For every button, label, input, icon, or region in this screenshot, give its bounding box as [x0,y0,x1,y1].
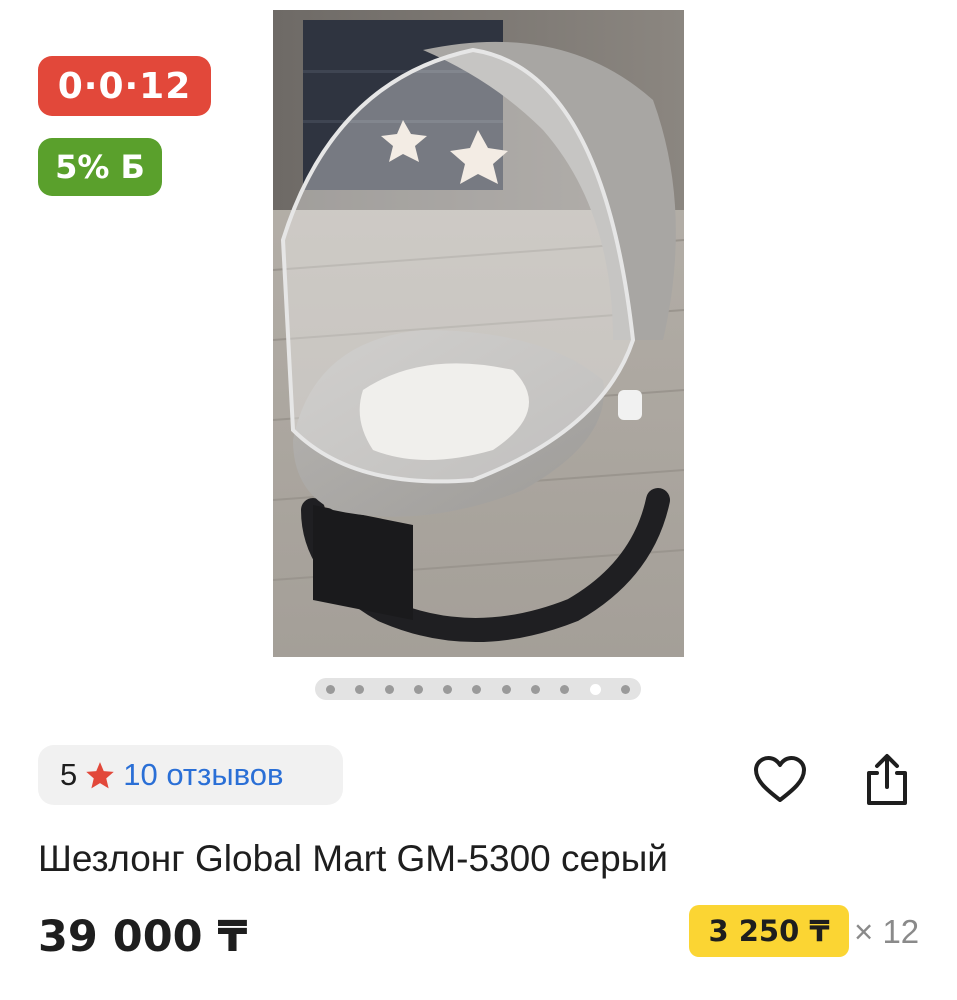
product-photo-illustration [273,10,684,657]
rating-value: 5 [60,757,78,792]
bonus-badge-label: 5% Б [55,148,145,186]
carousel-dot[interactable] [326,684,335,694]
carousel-dot[interactable] [355,684,365,694]
carousel-dot[interactable] [384,684,394,694]
share-icon [860,753,914,812]
carousel-dot[interactable] [443,684,453,694]
star-icon [85,761,115,790]
share-button[interactable] [859,753,915,812]
reviews-link[interactable]: 10 отзывов [123,757,283,793]
heart-outline-icon [753,755,807,809]
installment-badge-label: 0·0·12 [57,65,192,107]
carousel-dot[interactable] [560,684,570,694]
monthly-payment-label: 3 250 ₸ [708,914,830,948]
product-page: 0·0·12 5% Б 5 10 отзывов Шезлонг Global … [0,0,957,1000]
carousel-dot[interactable] [501,684,511,694]
monthly-payment-badge[interactable]: 3 250 ₸ [689,905,849,957]
carousel-dot[interactable] [531,684,541,694]
product-image[interactable] [273,10,684,657]
carousel-dot[interactable] [413,684,423,694]
installment-months: × 12 [854,913,920,950]
carousel-dot-active[interactable] [589,683,601,695]
favorite-button[interactable] [752,754,808,810]
carousel-dot[interactable] [620,684,630,694]
carousel-dots[interactable] [315,678,641,700]
carousel-dot[interactable] [472,684,482,694]
installment-badge: 0·0·12 [38,56,211,116]
product-price: 39 000 ₸ [38,912,248,962]
rating-pill[interactable]: 5 10 отзывов [38,745,343,805]
product-title: Шезлонг Global Mart GM-5300 серый [38,838,668,879]
bonus-badge: 5% Б [38,138,162,196]
